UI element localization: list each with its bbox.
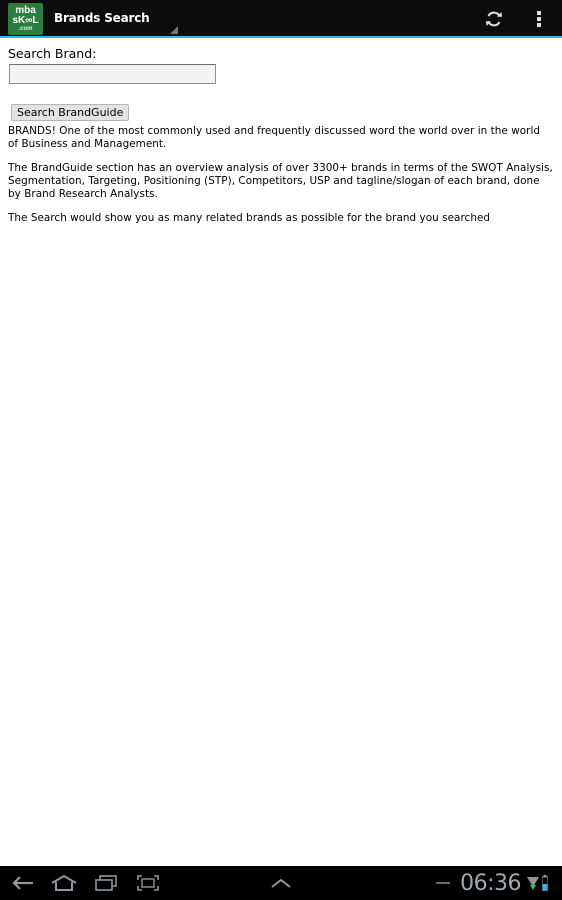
system-navigation-bar: 06:36 [0,866,562,900]
intro-paragraph: BRANDS! One of the most commonly used an… [8,125,541,150]
overflow-menu-icon [537,11,541,27]
screenshot-icon [137,875,159,891]
wifi-signal-icon [527,875,539,891]
clock: 06:36 [460,870,521,896]
search-brand-label: Search Brand: [8,46,97,61]
home-icon [51,874,77,891]
back-button[interactable] [8,866,38,900]
search-brandguide-button[interactable]: Search BrandGuide [11,104,130,121]
overflow-menu-button[interactable] [528,0,550,38]
brandguide-description: The BrandGuide section has an overview a… [8,162,553,200]
home-button[interactable] [48,866,80,900]
recent-apps-button[interactable] [92,866,120,900]
logo-text-bottom: .com [18,26,33,32]
notification-dash-icon [436,882,451,884]
action-bar: mba sK∞L .com Brands Search [0,0,562,38]
back-arrow-icon [12,876,33,890]
screenshot-button[interactable] [134,866,162,900]
app-logo[interactable]: mba sK∞L .com [8,3,43,35]
refresh-icon [486,11,502,27]
logo-text-middle: sK∞L [12,15,39,26]
search-help-text: The Search would show you as many relate… [8,212,491,224]
refresh-button[interactable] [480,0,508,38]
menu-up-button[interactable] [266,866,296,900]
battery-icon [542,875,548,891]
recent-apps-icon [95,875,117,891]
chevron-up-icon [271,878,291,888]
page-title[interactable]: Brands Search [54,11,150,25]
dropdown-indicator-icon[interactable] [170,26,178,34]
status-area[interactable]: 06:36 [436,866,548,900]
search-input[interactable] [9,64,216,84]
main-content: Search Brand: Search BrandGuide BRANDS! … [8,46,553,225]
